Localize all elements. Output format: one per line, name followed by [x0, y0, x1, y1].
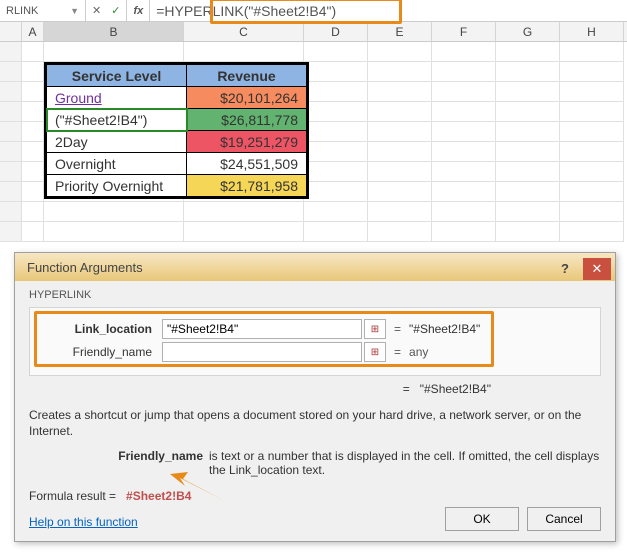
preview-eq: = [403, 382, 410, 396]
cancel-icon[interactable]: ✕ [92, 4, 101, 17]
range-selector-icon[interactable]: ⊞ [364, 319, 386, 339]
column-headers: A B C D E F G H [0, 22, 627, 42]
header-service-level[interactable]: Service Level [47, 65, 187, 87]
cancel-button[interactable]: Cancel [527, 507, 601, 531]
range-selector-icon[interactable]: ⊞ [364, 342, 386, 362]
ok-button[interactable]: OK [445, 507, 519, 531]
col-header-D[interactable]: D [304, 22, 368, 41]
col-header-C[interactable]: C [184, 22, 304, 41]
fx-button[interactable]: fx [127, 0, 150, 21]
table-row-label[interactable]: 2Day [47, 131, 187, 153]
arg-label: Link_location [42, 322, 162, 336]
function-arguments-dialog: Function Arguments ? ✕ HYPERLINK Link_lo… [14, 252, 616, 542]
preview-value: "#Sheet2!B4" [420, 382, 491, 396]
accept-icon[interactable]: ✓ [111, 4, 120, 17]
dialog-title: Function Arguments [27, 260, 143, 275]
table-row-label[interactable]: Ground [47, 87, 187, 109]
arg-desc-text: is text or a number that is displayed in… [209, 449, 601, 477]
col-header-H[interactable]: H [560, 22, 624, 41]
table-row-value[interactable]: $19,251,279 [187, 131, 307, 153]
arg-result: "#Sheet2!B4" [409, 322, 480, 336]
header-revenue[interactable]: Revenue [187, 65, 307, 87]
formula-result: Formula result = #Sheet2!B4 [29, 489, 191, 503]
data-table: Service Level Revenue Ground$20,101,264(… [44, 62, 309, 199]
table-row-value[interactable]: $20,101,264 [187, 87, 307, 109]
col-header-E[interactable]: E [368, 22, 432, 41]
help-link[interactable]: Help on this function [29, 515, 138, 529]
table-row-value[interactable]: $21,781,958 [187, 175, 307, 197]
arg-result: any [409, 345, 428, 359]
col-header-B[interactable]: B [44, 22, 184, 41]
table-row-label[interactable]: Overnight [47, 153, 187, 175]
formula-result-value: #Sheet2!B4 [126, 489, 191, 503]
function-name: HYPERLINK [29, 289, 601, 301]
chevron-down-icon[interactable]: ▼ [70, 6, 79, 16]
select-all-corner[interactable] [0, 22, 22, 41]
close-button[interactable]: ✕ [583, 258, 611, 280]
col-header-A[interactable]: A [22, 22, 44, 41]
arg-desc-label: Friendly_name [29, 449, 209, 477]
dialog-titlebar[interactable]: Function Arguments ? ✕ [15, 253, 615, 281]
namebox-text: RLINK [6, 5, 38, 17]
arg-input-friendly_name[interactable] [162, 342, 362, 362]
formula-bar-buttons: ✕ ✓ [86, 0, 127, 21]
namebox[interactable]: RLINK ▼ [0, 0, 86, 21]
function-description: Creates a shortcut or jump that opens a … [29, 408, 601, 439]
formula-input[interactable]: =HYPERLINK("#Sheet2!B4") [150, 0, 627, 21]
help-button[interactable]: ? [551, 258, 579, 280]
col-header-F[interactable]: F [432, 22, 496, 41]
formula-bar: RLINK ▼ ✕ ✓ fx =HYPERLINK("#Sheet2!B4") [0, 0, 627, 22]
arg-input-link_location[interactable] [162, 319, 362, 339]
col-header-G[interactable]: G [496, 22, 560, 41]
table-row-label[interactable]: Priority Overnight [47, 175, 187, 197]
table-row-label[interactable]: ("#Sheet2!B4") [47, 109, 187, 131]
arg-label: Friendly_name [42, 345, 162, 359]
table-row-value[interactable]: $26,811,778 [187, 109, 307, 131]
grid: Service Level Revenue Ground$20,101,264(… [0, 42, 627, 242]
arguments-box: Link_location⊞="#Sheet2!B4"Friendly_name… [29, 307, 601, 376]
table-row-value[interactable]: $24,551,509 [187, 153, 307, 175]
